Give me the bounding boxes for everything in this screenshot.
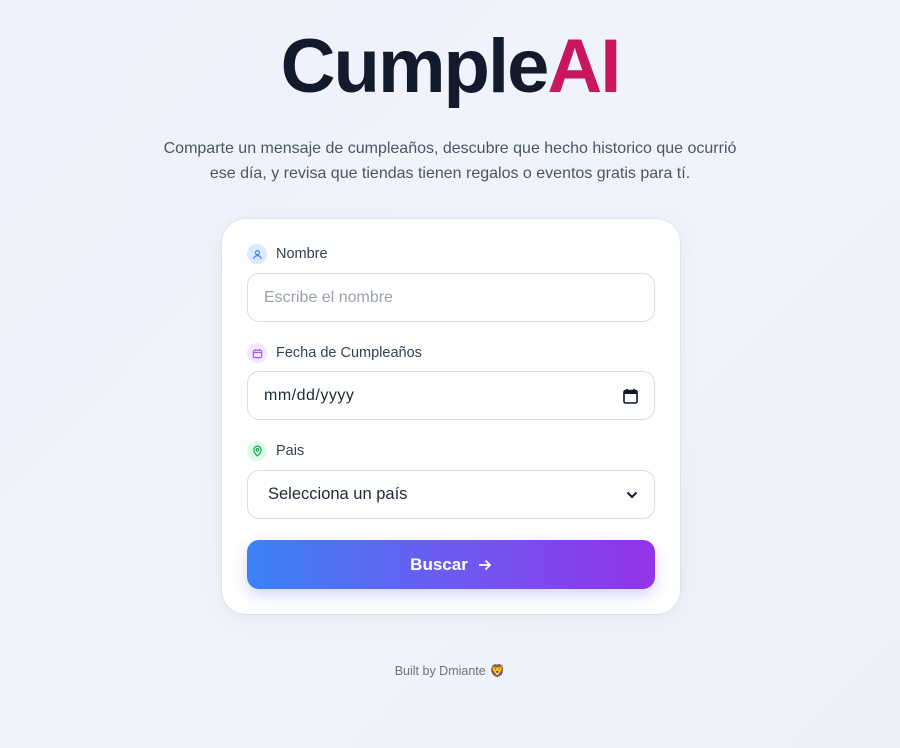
birthday-date-input[interactable]: mm/dd/yyyy [247, 371, 655, 420]
map-pin-icon [247, 441, 267, 461]
name-label-row: Nombre [247, 244, 328, 264]
birthday-label-row: Fecha de Cumpleaños [247, 343, 422, 363]
name-label: Nombre [276, 246, 328, 262]
country-label-row: Pais [247, 441, 304, 461]
birthday-label: Fecha de Cumpleaños [276, 345, 422, 361]
tagline: Comparte un mensaje de cumpleaños, descu… [163, 140, 737, 182]
country-select[interactable]: Selecciona un país [247, 470, 655, 519]
name-input[interactable]: Escribe el nombre [247, 273, 655, 322]
calendar-icon [247, 343, 267, 363]
search-button-label: Buscar [410, 554, 468, 574]
page: CumpleAI Comparte un mensaje de cumpleañ… [0, 0, 900, 748]
calendar-picker-icon[interactable] [623, 388, 638, 404]
chevron-down-icon [626, 491, 638, 499]
logo-text-accent: AI [547, 24, 621, 109]
name-placeholder: Escribe el nombre [264, 288, 393, 306]
arrow-right-icon [478, 559, 492, 571]
search-form-card: Nombre Escribe el nombre Fecha de Cumple… [222, 219, 680, 614]
birthday-date-value: mm/dd/yyyy [264, 386, 355, 404]
country-selected-value: Selecciona un país [268, 485, 408, 503]
app-logo: CumpleAI [0, 22, 900, 112]
country-label: Pais [276, 443, 305, 459]
logo-text-main: Cumple [280, 24, 550, 109]
footer: Built by Dmiante 🦁 [0, 664, 900, 679]
user-icon [247, 244, 267, 264]
footer-credit: Built by Dmiante [394, 664, 486, 678]
lion-emoji-icon: 🦁 [489, 664, 506, 678]
search-button[interactable]: Buscar [247, 540, 655, 589]
